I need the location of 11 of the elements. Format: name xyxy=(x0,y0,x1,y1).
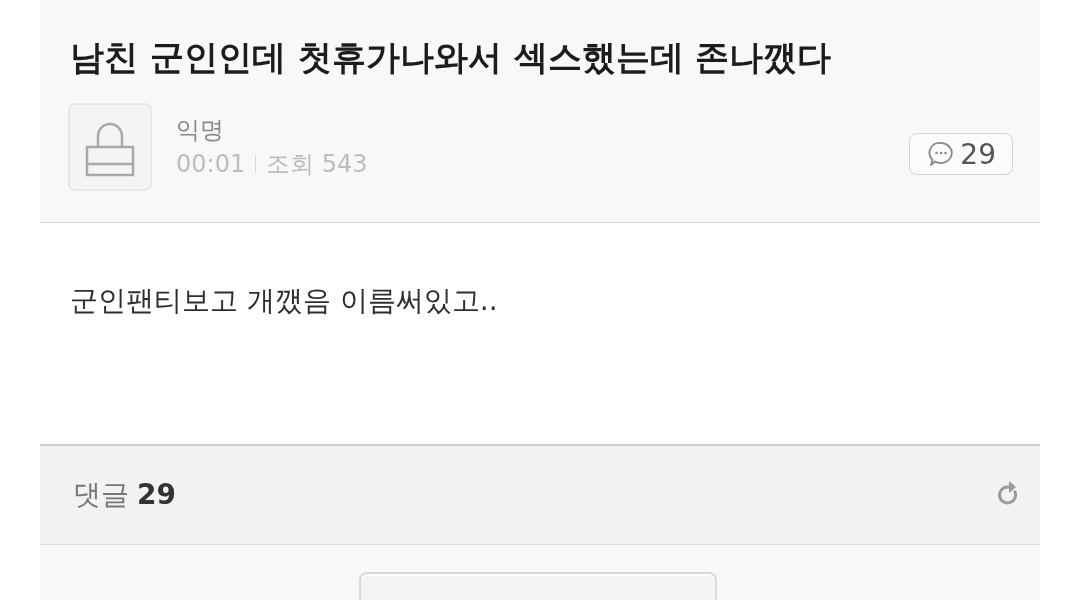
view-count: 조회 543 xyxy=(266,149,368,180)
author-name: 익명 xyxy=(176,115,225,146)
comments-label: 댓글 xyxy=(73,477,129,513)
comment-count-button[interactable]: 29 xyxy=(909,133,1013,175)
post-time: 00:01 xyxy=(176,149,246,180)
partial-button[interactable] xyxy=(359,572,717,600)
post-body: 군인팬티보고 개깼음 이름써있고.. xyxy=(70,283,499,319)
lock-icon xyxy=(68,103,152,191)
comments-count: 29 xyxy=(137,478,176,511)
chat-bubble-icon xyxy=(928,141,955,167)
post-title: 남친 군인인데 첫휴가나와서 섹스했는데 존나깼다 xyxy=(70,36,833,79)
